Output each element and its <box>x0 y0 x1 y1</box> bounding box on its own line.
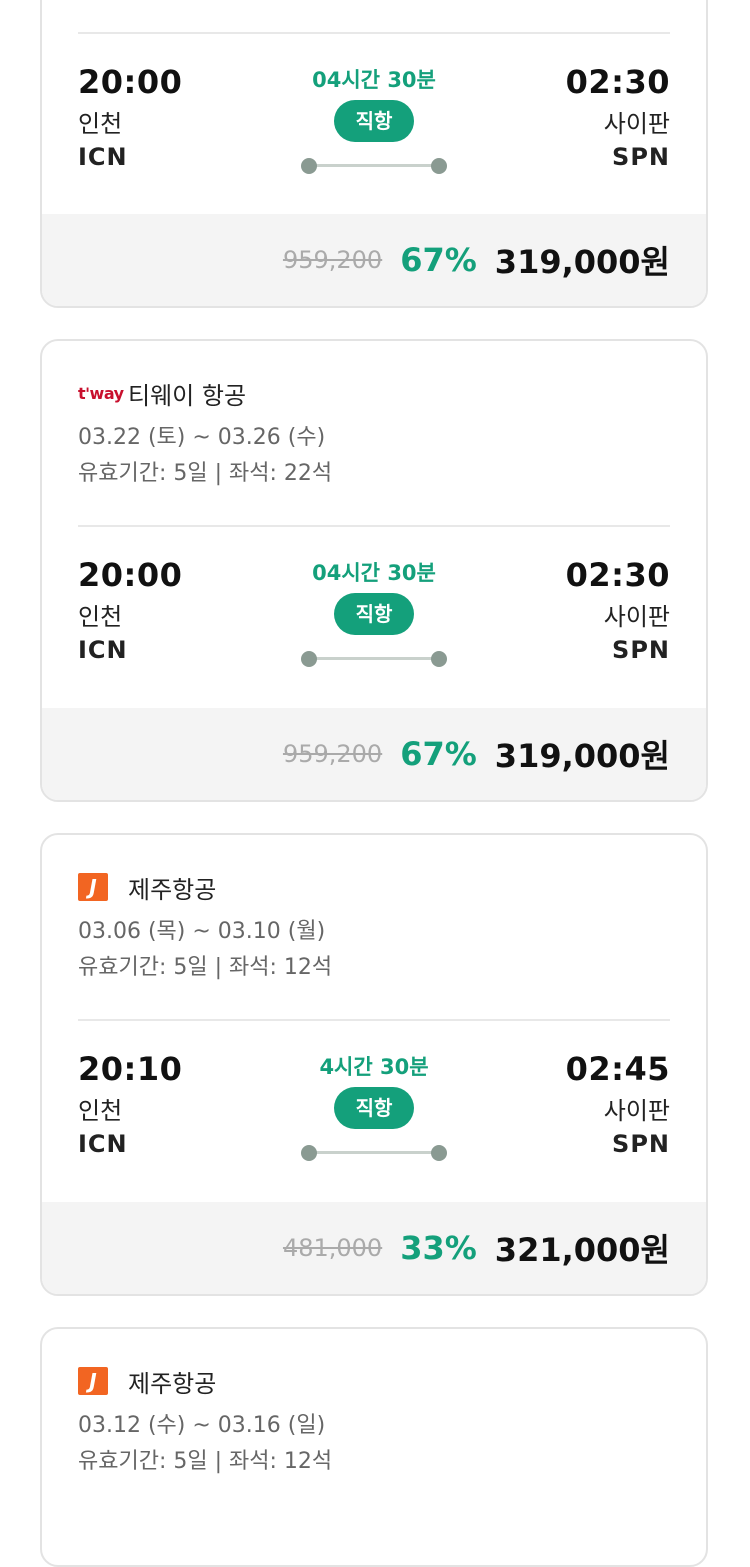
divider <box>78 525 670 527</box>
airline-logo: t'way <box>78 383 124 403</box>
airline-name: 제주항공 <box>128 875 217 904</box>
direct-flight-badge: 직항 <box>334 1087 414 1129</box>
flight-card[interactable]: J 제주항공 03.06 (목) ~ 03.10 (월) 유효기간: 5일 | … <box>40 833 708 1296</box>
arrival-city: 사이판 <box>603 1097 670 1125</box>
arrival-code: SPN <box>612 636 670 664</box>
arrival: 02:30 사이판 SPN <box>566 555 670 667</box>
route-line-icon <box>301 1145 447 1161</box>
price-bar: 959,200 67% 319,000원 <box>42 214 706 306</box>
flight-card[interactable]: 20:00 인천 ICN 04시간 30분 직항 02:30 사이판 SPN 9… <box>40 0 708 308</box>
jeju-air-logo-icon: J <box>78 1366 122 1396</box>
airline-name: 제주항공 <box>128 1369 217 1398</box>
airline-logo: J <box>78 873 108 901</box>
original-price: 481,000 <box>282 1234 383 1262</box>
card-header: t'way 티웨이 항공 03.22 (토) ~ 03.26 (수) 유효기간:… <box>78 375 670 489</box>
jeju-air-logo-icon: J <box>78 872 122 902</box>
arrival-city: 사이판 <box>603 603 670 631</box>
route-line-icon <box>301 651 447 667</box>
arrival-time: 02:30 <box>565 63 670 101</box>
arrival-code: SPN <box>612 1130 670 1158</box>
flight-info: 20:10 인천 ICN 4시간 30분 직항 02:45 사이판 SPN <box>78 1049 670 1179</box>
validity-seats: 유효기간: 5일 | 좌석: 12석 <box>78 1449 333 1474</box>
final-price: 319,000원 <box>494 737 670 775</box>
final-price: 321,000원 <box>494 1231 670 1269</box>
airline: J 제주항공 <box>78 1363 670 1399</box>
arrival-city: 사이판 <box>603 110 670 138</box>
flight-card[interactable]: t'way 티웨이 항공 03.22 (토) ~ 03.26 (수) 유효기간:… <box>40 339 708 802</box>
flight-info: 20:00 인천 ICN 04시간 30분 직항 02:30 사이판 SPN <box>78 555 670 685</box>
travel-dates: 03.22 (토) ~ 03.26 (수) <box>78 425 326 450</box>
card-header: J 제주항공 03.12 (수) ~ 03.16 (일) 유효기간: 5일 | … <box>78 1363 670 1477</box>
flight-card[interactable]: J 제주항공 03.12 (수) ~ 03.16 (일) 유효기간: 5일 | … <box>40 1327 708 1567</box>
discount-rate: 67% <box>400 735 477 773</box>
discount-rate: 33% <box>400 1229 477 1267</box>
airline-logo: J <box>78 1367 108 1395</box>
original-price: 959,200 <box>282 740 383 768</box>
divider <box>78 1019 670 1021</box>
arrival-code: SPN <box>612 143 670 171</box>
price-bar: 481,000 33% 321,000원 <box>42 1202 706 1294</box>
airline-name: 티웨이 항공 <box>128 381 247 410</box>
price-bar: 959,200 67% 319,000원 <box>42 708 706 800</box>
divider <box>78 32 670 34</box>
card-header: J 제주항공 03.06 (목) ~ 03.10 (월) 유효기간: 5일 | … <box>78 869 670 983</box>
arrival: 02:30 사이판 SPN <box>566 62 670 174</box>
validity-seats: 유효기간: 5일 | 좌석: 12석 <box>78 955 333 980</box>
airline: t'way 티웨이 항공 <box>78 375 670 411</box>
direct-flight-badge: 직항 <box>334 100 414 142</box>
travel-dates: 03.06 (목) ~ 03.10 (월) <box>78 919 326 944</box>
final-price: 319,000원 <box>494 243 670 281</box>
validity-seats: 유효기간: 5일 | 좌석: 22석 <box>78 461 333 486</box>
arrival: 02:45 사이판 SPN <box>566 1049 670 1161</box>
flight-info: 20:00 인천 ICN 04시간 30분 직항 02:30 사이판 SPN <box>78 62 670 192</box>
discount-rate: 67% <box>400 241 477 279</box>
tway-logo-icon: t'way <box>78 378 124 408</box>
original-price: 959,200 <box>282 246 383 274</box>
arrival-time: 02:45 <box>565 1050 670 1088</box>
arrival-time: 02:30 <box>565 556 670 594</box>
travel-dates: 03.12 (수) ~ 03.16 (일) <box>78 1413 326 1438</box>
airline: J 제주항공 <box>78 869 670 905</box>
direct-flight-badge: 직항 <box>334 593 414 635</box>
route-line-icon <box>301 158 447 174</box>
